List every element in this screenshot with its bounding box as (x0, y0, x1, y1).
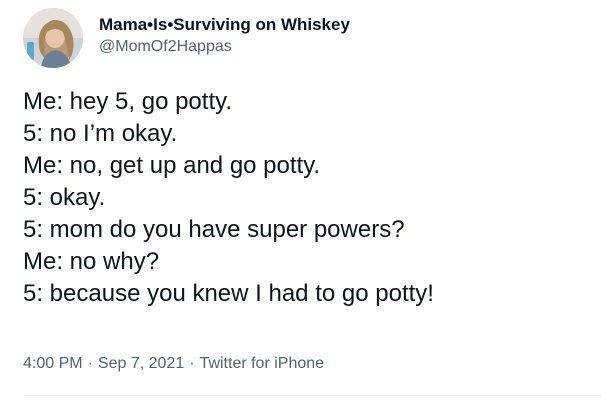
avatar[interactable] (23, 8, 83, 68)
tweet-line: 5: mom do you have super powers? (23, 216, 405, 243)
tweet-line: Me: no why? (23, 248, 160, 275)
tweet-source-link[interactable]: Twitter for iPhone (200, 355, 325, 372)
tweet-line: 5: no I’m okay. (23, 120, 178, 147)
tweet-line: 5: because you knew I had to go potty! (23, 280, 434, 307)
tweet-line: Me: no, get up and go potty. (23, 152, 321, 179)
author-display-name[interactable]: Mama•Is•Surviving on Whiskey (99, 14, 579, 36)
author-block: Mama•Is•Surviving on Whiskey @MomOf2Happ… (99, 14, 579, 57)
meta-separator: · (189, 355, 195, 372)
meta-separator: · (87, 355, 93, 372)
tweet-text: Me: hey 5, go potty. 5: no I’m okay. Me:… (23, 86, 593, 310)
tweet-date-link[interactable]: Sep 7, 2021 (98, 355, 184, 372)
tweet-time-link[interactable]: 4:00 PM (23, 355, 83, 372)
tweet-line: Me: hey 5, go potty. (23, 88, 233, 115)
tweet-line: 5: okay. (23, 184, 106, 211)
author-handle[interactable]: @MomOf2Happas (99, 37, 579, 57)
tweet-metadata: 4:00 PM · Sep 7, 2021 · Twitter for iPhone (23, 354, 324, 374)
profile-photo-icon (23, 8, 83, 68)
tweet-card: Mama•Is•Surviving on Whiskey @MomOf2Happ… (0, 0, 601, 404)
divider (23, 395, 601, 396)
